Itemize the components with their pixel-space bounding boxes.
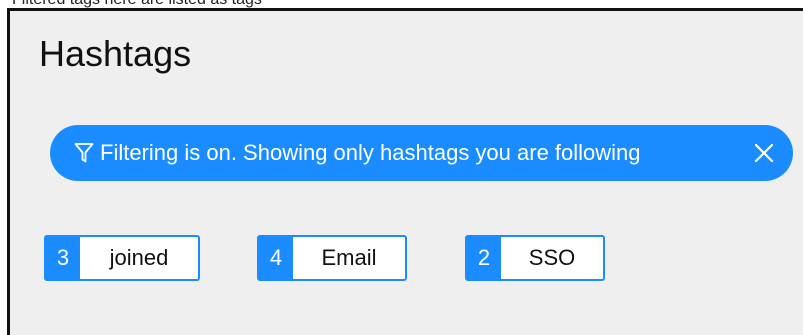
filter-status-text: Filtering is on. Showing only hashtags y…: [100, 140, 641, 165]
panel-title: Hashtags: [39, 33, 192, 74]
hashtag-label: Email: [321, 245, 377, 270]
filter-icon: [74, 141, 96, 165]
hashtags-panel: Hashtags Filtering is on. Showing only h…: [7, 8, 803, 335]
hashtag-chip-sso[interactable]: 2 SSO: [465, 235, 605, 281]
hashtag-chip-email[interactable]: 4 Email: [257, 235, 407, 281]
hashtag-chip-joined[interactable]: 3 joined: [44, 235, 200, 281]
close-icon[interactable]: [751, 140, 777, 166]
hashtag-label: SSO: [528, 245, 576, 270]
hashtag-count: 2: [467, 237, 501, 279]
filter-banner: Filtering is on. Showing only hashtags y…: [50, 125, 793, 181]
hashtag-count: 3: [46, 237, 80, 279]
hashtag-label: joined: [109, 245, 169, 270]
hashtag-count: 4: [259, 237, 293, 279]
